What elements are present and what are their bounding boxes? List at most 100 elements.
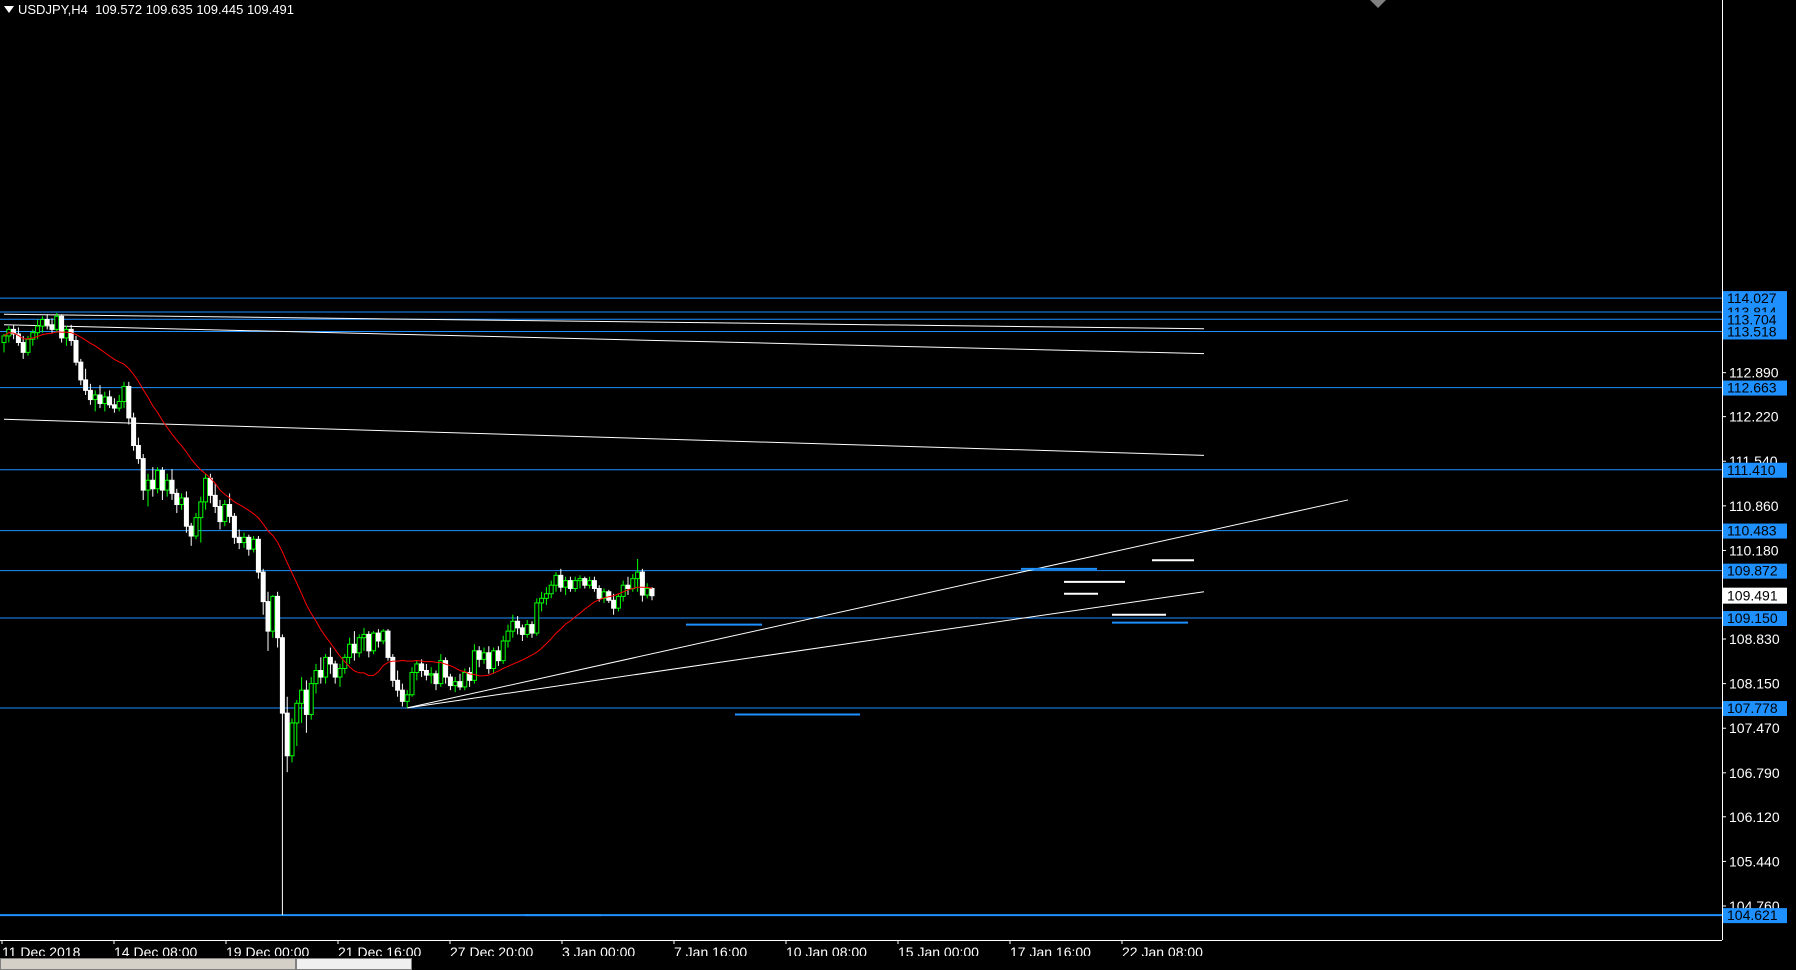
price-tag-label: 109.150	[1727, 610, 1778, 626]
bear-candle-body	[515, 620, 521, 629]
bear-candle-body	[303, 689, 309, 715]
bear-candle-body	[174, 492, 180, 506]
bull-candle-body	[25, 338, 31, 353]
bull-candle-body	[452, 681, 458, 687]
price-tag-label: 107.778	[1727, 700, 1778, 716]
bull-candle-body	[39, 319, 45, 327]
bull-candle-body	[347, 643, 353, 658]
bear-candle-body	[639, 571, 645, 596]
bear-candle-body	[366, 633, 372, 652]
bull-candle-body	[313, 669, 319, 685]
bear-candle-body	[217, 505, 223, 523]
bull-candle-body	[572, 580, 578, 589]
bear-candle-body	[227, 504, 233, 517]
bull-candle-body	[615, 595, 621, 609]
bear-candle-body	[169, 479, 175, 494]
bull-candle-body	[577, 578, 583, 582]
bear-candle-body	[649, 587, 655, 597]
bull-candle-body	[164, 479, 170, 491]
bull-candle-body	[203, 477, 209, 503]
bear-candle-body	[78, 361, 84, 381]
bull-candle-body	[241, 536, 247, 544]
bull-candle-body	[270, 595, 276, 632]
bear-candle-body	[150, 479, 156, 490]
bull-candle-body	[299, 689, 305, 704]
bear-candle-body	[284, 712, 290, 757]
header-low: 109.445	[196, 2, 244, 17]
header-symbol: USDJPY,H4	[18, 2, 88, 17]
bull-candle-body	[635, 571, 641, 580]
bull-candle-body	[356, 637, 362, 654]
price-tick-label: 108.830	[1729, 631, 1780, 647]
bull-candle-body	[294, 702, 300, 724]
bull-candle-body	[481, 652, 487, 660]
bull-candle-body	[553, 574, 559, 586]
bear-candle-body	[375, 632, 381, 642]
bull-candle-body	[92, 394, 98, 401]
bear-candle-body	[97, 394, 103, 405]
header-open: 109.572	[95, 2, 143, 17]
chart-window[interactable]: 112.890 112.220 111.540 110.860 110.180 108.8…	[0, 0, 1796, 970]
bear-candle-body	[279, 637, 285, 714]
bull-candle-body	[198, 501, 204, 519]
price-tag-label: 113.518	[1727, 323, 1777, 339]
bull-candle-body	[505, 630, 511, 642]
bear-candle-body	[419, 663, 425, 671]
bear-candle-body	[68, 328, 74, 342]
bear-candle-body	[131, 417, 137, 446]
bear-candle-body	[87, 389, 93, 401]
bear-candle-body	[495, 650, 501, 662]
bull-candle-body	[491, 650, 497, 670]
bull-candle-body	[337, 668, 343, 678]
bull-candle-body	[644, 587, 650, 596]
chart-background	[0, 0, 1796, 968]
bull-candle-body	[543, 593, 549, 599]
bear-candle-body	[591, 580, 597, 589]
bull-candle-body	[251, 538, 257, 550]
bull-candle-body	[524, 624, 530, 635]
bull-candle-body	[563, 580, 569, 588]
bear-candle-body	[207, 477, 213, 496]
bear-candle-body	[246, 536, 252, 550]
bull-candle-body	[323, 656, 329, 678]
bear-candle-body	[476, 650, 482, 660]
chart-tab-active[interactable]	[296, 958, 412, 970]
bear-candle-body	[318, 669, 324, 678]
bear-candle-body	[423, 669, 429, 676]
bull-candle-body	[155, 469, 161, 490]
bull-candle-body	[54, 315, 60, 330]
bull-candle-body	[361, 633, 367, 639]
chart-canvas[interactable]: 112.890112.220111.540110.860110.180108.8…	[0, 0, 1796, 968]
bear-candle-body	[567, 580, 573, 589]
dropdown-triangle-icon[interactable]	[4, 6, 14, 14]
bull-candle-body	[121, 385, 127, 403]
price-tick-label: 107.470	[1729, 720, 1780, 736]
bear-candle-body	[236, 536, 242, 544]
bull-candle-body	[63, 328, 69, 339]
bear-candle-body	[135, 444, 141, 460]
bull-candle-body	[462, 671, 468, 688]
chart-tab[interactable]	[0, 958, 296, 970]
bull-candle-body	[193, 517, 199, 537]
bull-candle-body	[145, 479, 151, 491]
bull-candle-body	[289, 722, 295, 757]
bear-candle-body	[260, 571, 266, 603]
current-price-label: 109.491	[1727, 588, 1778, 604]
bull-candle-body	[222, 504, 228, 523]
bear-candle-body	[73, 340, 79, 363]
price-tag-label: 109.872	[1727, 563, 1778, 579]
bull-candle-body	[371, 632, 377, 652]
bull-candle-body	[308, 683, 314, 715]
bear-candle-body	[275, 595, 281, 639]
bull-candle-body	[380, 630, 386, 642]
bull-candle-body	[500, 640, 506, 662]
price-tick-label: 106.790	[1729, 765, 1780, 781]
price-tick-label: 108.150	[1729, 676, 1780, 692]
bear-candle-body	[457, 681, 463, 688]
bear-candle-body	[433, 673, 439, 685]
bear-candle-body	[399, 689, 405, 702]
bear-candle-body	[582, 578, 588, 586]
bull-candle-body	[102, 396, 108, 405]
bear-candle-body	[126, 385, 132, 419]
bear-candle-body	[183, 497, 189, 527]
